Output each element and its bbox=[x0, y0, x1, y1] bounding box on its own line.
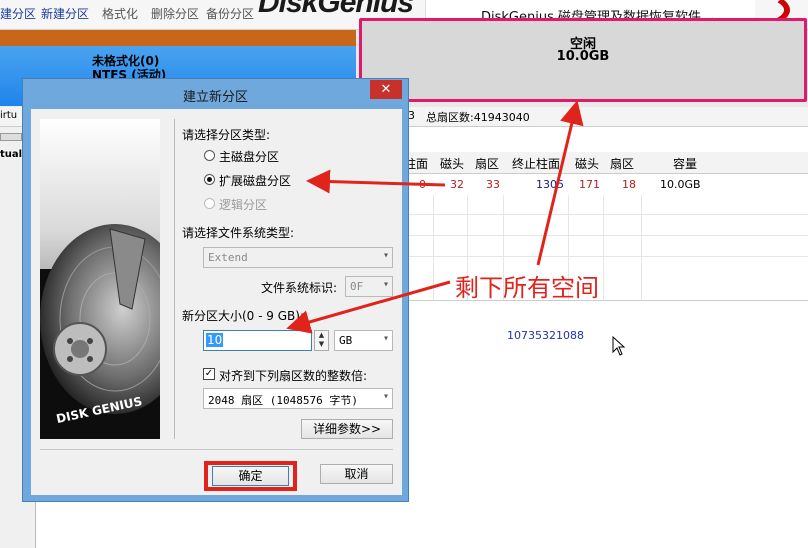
ok-button-highlight: 确定 bbox=[204, 461, 297, 491]
dialog-body: DISK GENIUS 请选择分区类型: 主磁盘分区 扩展磁盘分区 逻辑分区 请… bbox=[31, 109, 402, 495]
table-row[interactable]: 0 32 33 1305 171 18 10.0GB bbox=[400, 175, 808, 195]
col-capacity: 容量 bbox=[673, 157, 698, 171]
fs-type-select: Extend ▾ bbox=[203, 247, 393, 268]
divider bbox=[174, 119, 175, 439]
close-icon[interactable]: ✕ bbox=[370, 80, 402, 99]
col-end-head: 磁头 bbox=[575, 157, 600, 171]
size-label: 新分区大小(0 - 9 GB): bbox=[182, 309, 304, 323]
toolbar-new-partition-cut[interactable]: 建分区 bbox=[0, 5, 36, 22]
radio-logical-label: 逻辑分区 bbox=[219, 198, 268, 212]
hard-drive-icon: DISK GENIUS bbox=[40, 119, 160, 439]
toolbar-backup-partition-button[interactable]: 备份分区 bbox=[206, 5, 254, 22]
align-label[interactable]: 对齐到下列扇区数的整数倍: bbox=[219, 367, 367, 384]
partition-type-label: 请选择分区类型: bbox=[182, 128, 271, 142]
partition-size-input[interactable]: 10 bbox=[203, 330, 312, 351]
grid-line bbox=[603, 195, 604, 300]
col-head: 磁头 bbox=[440, 157, 465, 171]
col-end-cylinder: 终止柱面 bbox=[512, 157, 561, 171]
size-unit-select[interactable]: GB ▾ bbox=[334, 330, 393, 351]
info-fragment: 3 bbox=[408, 109, 415, 122]
dialog-titlebar[interactable]: 建立新分区 ✕ bbox=[23, 79, 408, 109]
cell: 33 bbox=[486, 178, 500, 191]
chevron-down-icon: ▾ bbox=[382, 333, 389, 344]
grid-line bbox=[400, 256, 808, 257]
cell: 10.0GB bbox=[660, 178, 701, 191]
total-sectors: 总扇区数:41943040 bbox=[426, 111, 530, 124]
grid-line bbox=[433, 195, 434, 300]
divider bbox=[40, 449, 393, 450]
size-unit-value: GB bbox=[339, 334, 353, 347]
cell: 0 bbox=[419, 178, 426, 191]
details-button[interactable]: 详细参数>> bbox=[301, 419, 393, 439]
stepper-down-icon[interactable]: ▼ bbox=[315, 340, 328, 349]
grid-line bbox=[641, 195, 642, 300]
partition-details-panel bbox=[400, 300, 808, 548]
align-checkbox[interactable]: ✓ bbox=[203, 368, 215, 380]
align-select[interactable]: 2048 扇区 (1048576 字节) ▾ bbox=[203, 388, 393, 409]
free-space-size: 10.0GB bbox=[556, 49, 610, 64]
radio-extended-label[interactable]: 扩展磁盘分区 bbox=[219, 172, 291, 189]
ok-button[interactable]: 确定 bbox=[212, 466, 289, 486]
fs-id-select: 0F ▾ bbox=[345, 276, 393, 297]
col-sector: 扇区 bbox=[475, 157, 500, 171]
stepper-up-icon[interactable]: ▲ bbox=[315, 331, 328, 340]
radio-logical bbox=[204, 198, 215, 209]
partition-table-header: 柱面 磁头 扇区 终止柱面 磁头 扇区 容量 bbox=[400, 152, 808, 174]
toolbar-format-button[interactable]: 格式化 bbox=[102, 5, 138, 22]
radio-extended[interactable] bbox=[204, 174, 215, 185]
cancel-button[interactable]: 取消 bbox=[320, 464, 393, 484]
radio-primary[interactable] bbox=[204, 150, 215, 161]
cell: 1305 bbox=[536, 178, 564, 191]
tree-scrollbar[interactable] bbox=[0, 133, 22, 141]
total-bytes-value: 10735321088 bbox=[507, 329, 584, 342]
new-partition-dialog: 建立新分区 ✕ DISK GENIUS 请选择分区类型: 主磁盘分区 扩展磁盘分… bbox=[22, 78, 409, 502]
size-value: 10 bbox=[206, 333, 224, 347]
grid-line bbox=[400, 235, 808, 236]
tree-item[interactable]: tual bbox=[0, 149, 22, 160]
tree-item[interactable]: irtu bbox=[0, 110, 17, 121]
annotation-text: 剩下所有空间 bbox=[455, 274, 599, 302]
col-end-sector: 扇区 bbox=[610, 157, 635, 171]
align-value: 2048 扇区 (1048576 字节) bbox=[208, 394, 358, 407]
cell: 18 bbox=[622, 178, 636, 191]
chevron-down-icon: ▾ bbox=[382, 391, 389, 402]
cell: 171 bbox=[579, 178, 600, 191]
free-space-block[interactable]: 空闲 10.0GB bbox=[359, 18, 807, 102]
hard-drive-image: DISK GENIUS bbox=[40, 119, 160, 439]
size-stepper[interactable]: ▲ ▼ bbox=[314, 330, 329, 351]
toolbar-new-partition-button[interactable]: 新建分区 bbox=[41, 5, 89, 22]
chevron-down-icon: ▾ bbox=[382, 250, 389, 261]
radio-primary-label[interactable]: 主磁盘分区 bbox=[219, 148, 279, 165]
fs-type-value: Extend bbox=[208, 251, 248, 264]
chevron-down-icon: ▾ bbox=[382, 279, 389, 290]
mouse-cursor-icon bbox=[612, 336, 626, 356]
fs-id-value: 0F bbox=[350, 280, 364, 293]
fs-type-label: 请选择文件系统类型: bbox=[182, 226, 295, 240]
toolbar-delete-partition-button[interactable]: 删除分区 bbox=[151, 5, 199, 22]
cell: 32 bbox=[450, 178, 464, 191]
fs-id-label: 文件系统标识: bbox=[261, 281, 338, 295]
dialog-title: 建立新分区 bbox=[182, 90, 248, 105]
grid-line bbox=[400, 214, 808, 215]
